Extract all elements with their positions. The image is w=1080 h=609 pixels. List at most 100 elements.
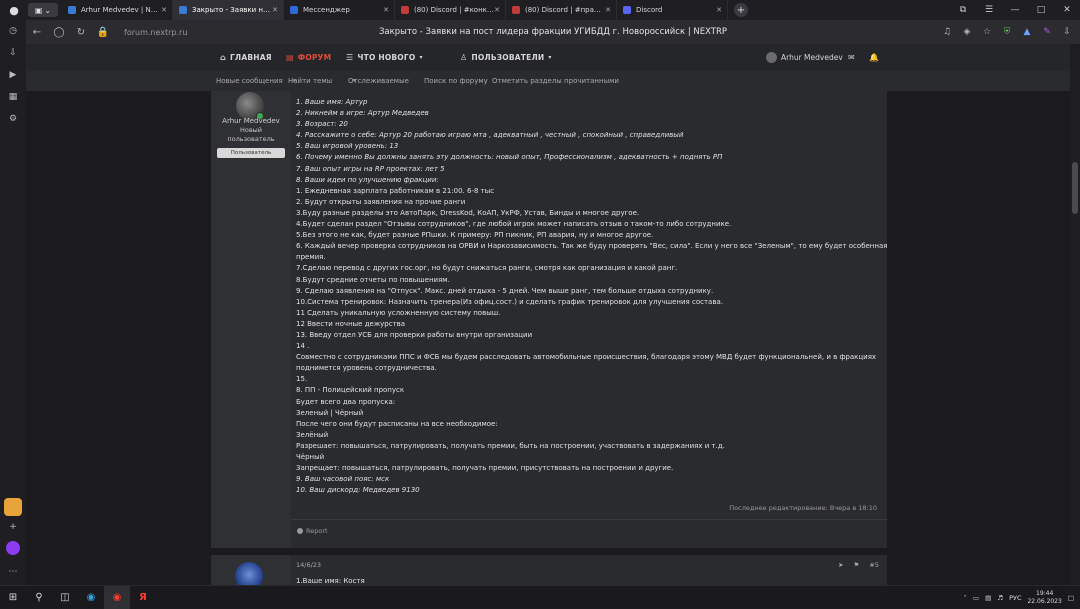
volume-icon[interactable]: ♬ [997,594,1003,602]
post-line: 9. Ваш часовой пояс: мск [296,475,390,484]
close-tab-icon[interactable]: ✕ [716,6,722,14]
post-author-name[interactable]: Arhur Medvedev [211,117,291,125]
report-link[interactable]: Report [297,527,328,535]
nav-whats-new[interactable]: ☰ ЧТО НОВОГО ▾ [346,44,423,71]
account-menu[interactable]: Arhur Medvedev [766,44,843,71]
home-icon: ⌂ [220,53,226,62]
search-icon[interactable]: ⚲ [26,586,52,609]
scrollbar-thumb[interactable] [1072,162,1078,214]
tab-favicon-icon [68,6,76,14]
protect-icon[interactable]: ◯ [48,20,70,44]
add-panel-icon[interactable]: + [0,516,26,538]
post-line: 8.Будут средние отчеты по повышениям. [296,275,450,284]
browser-tab[interactable]: (80) Discord | #правила | N✕ [506,0,617,20]
bookmark-icon[interactable]: ⚑ [854,561,860,569]
post-line: премия. [296,253,326,262]
mail-app-icon[interactable] [4,498,22,516]
extension-icon[interactable]: ▲ [1020,25,1034,39]
post-user-column: Arhur Medvedev Новый пользователь Пользов… [211,91,291,548]
post-user-column [211,555,291,585]
play-icon[interactable]: ▶ [0,64,26,86]
nav-whats-new-label: ЧТО НОВОГО [357,53,416,62]
shield-icon[interactable]: ⛨ [1000,25,1014,39]
chevron-up-icon[interactable]: ˄ [964,594,967,602]
browser-tab[interactable]: Discord ✕ [617,0,728,20]
headphones-icon[interactable]: ♫ [940,25,954,39]
back-arrow-icon[interactable]: ← [26,20,48,44]
subnav-new-messages[interactable]: Новые сообщения [216,71,283,91]
users-icon: ♙ [460,53,468,62]
nav-home[interactable]: ⌂ ГЛАВНАЯ [220,44,272,71]
clock[interactable]: 19:44 22.06.2023 [1027,590,1061,606]
post-body: 1.Ваше имя: Костя [296,577,365,585]
post-line: 2. Будут открыты заявления на прочие ран… [296,197,466,206]
author-title-line-2: пользователь [227,135,275,143]
browser-tab[interactable]: Arhur Medvedev | NEXTR ✕ [62,0,173,20]
new-tab-button[interactable]: + [734,3,748,17]
post-line: Будет всего два пропуска: [296,397,396,406]
history-icon[interactable]: ◷ [0,20,26,42]
share-icon[interactable]: ➤ [838,561,843,569]
browser-tab[interactable]: Закрыто - Заявки на по ✕ [173,0,284,20]
tabs-menu-button[interactable]: ▣ ⌄ [28,3,58,17]
notification-icon[interactable]: □ [1068,594,1074,602]
report-label: Report [306,527,328,535]
bookmarks-icon[interactable]: ☰ [976,0,1002,20]
subnav-mark-read[interactable]: Отметить разделы прочитанными [492,71,619,91]
clock-time: 19:44 [1036,589,1054,597]
post-number[interactable]: #5 [869,561,879,569]
close-window-button[interactable]: ✕ [1054,0,1080,20]
yandex-browser-icon[interactable]: ◉ [104,585,130,609]
network-icon[interactable]: ▤ [985,594,991,602]
reload-icon[interactable]: ↻ [70,20,92,44]
download-icon[interactable]: ⇩ [1060,25,1074,39]
bell-icon[interactable]: 🔔 [869,44,879,71]
browser-tab[interactable]: (80) Discord | #конкурс | N✕ [395,0,506,20]
subnav-watched-label: Отслеживаемые [348,77,409,85]
url-field[interactable]: forum.nextrp.ru [120,26,191,39]
pen-icon[interactable]: ✎ [1040,25,1054,39]
tab-title: (80) Discord | #правила | N [525,6,605,14]
profile-icon[interactable]: ● [0,0,28,20]
avatar [766,52,777,63]
inbox-icon[interactable]: ✉ [848,44,855,71]
copy-icon[interactable]: ⧉ [950,0,976,20]
page-scrollbar[interactable] [1070,44,1080,585]
post-date[interactable]: 14/6/23 [296,561,321,569]
post-body: 1. Ваше имя: Артур 2. Никнейм в игре: Арт… [296,97,888,496]
lock-icon: 🔒 [96,26,110,38]
close-tab-icon[interactable]: ✕ [383,6,389,14]
browser-tab[interactable]: Мессенджер ✕ [284,0,395,20]
post-line: 6. Каждый вечер проверка сотрудников на … [296,242,888,251]
downloads-icon[interactable]: ⇩ [0,42,26,64]
tab-favicon-icon [512,6,520,14]
avatar[interactable] [235,562,263,585]
close-tab-icon[interactable]: ✕ [272,6,278,14]
minimize-button[interactable]: — [1002,0,1028,20]
yandex-icon[interactable]: Я [130,586,156,609]
nav-forum[interactable]: ▤ ФОРУМ [286,44,331,71]
post-line: Совместно с сотрудниками ППС и ФСБ мы бу… [296,353,877,362]
nav-home-label: ГЛАВНАЯ [229,53,272,62]
task-view-icon[interactable]: ◫ [52,586,78,609]
more-icon[interactable]: ⋯ [0,561,26,583]
vpn-icon[interactable]: ◈ [960,25,974,39]
close-tab-icon[interactable]: ✕ [494,6,500,14]
close-tab-icon[interactable]: ✕ [161,6,167,14]
language-indicator[interactable]: РУС [1009,594,1021,602]
alice-assistant-icon[interactable] [6,541,20,555]
nav-users[interactable]: ♙ ПОЛЬЗОВАТЕЛИ ▾ [460,44,552,71]
maximize-button[interactable]: □ [1028,0,1054,20]
post-line: 13. Введу отдел УСБ для проверки работы … [296,330,533,339]
edge-browser-icon[interactable]: ◉ [78,586,104,609]
post-line: Зеленый | Чёрный [296,408,364,417]
forum-subnav: Новые сообщения Найти темы ▾ Отслеживаемы… [26,71,1070,91]
monitor-icon[interactable]: ▭ [973,594,979,602]
counter-icon[interactable]: ▦ [0,86,26,108]
close-tab-icon[interactable]: ✕ [605,6,611,14]
settings-icon[interactable]: ⚙ [0,108,26,130]
subnav-search-forum[interactable]: Поиск по форуму [424,71,488,91]
windows-start-icon[interactable]: ⊞ [0,586,26,609]
bookmark-icon[interactable]: ☆ [980,25,994,39]
post-author-title: Новый пользователь [211,126,291,144]
